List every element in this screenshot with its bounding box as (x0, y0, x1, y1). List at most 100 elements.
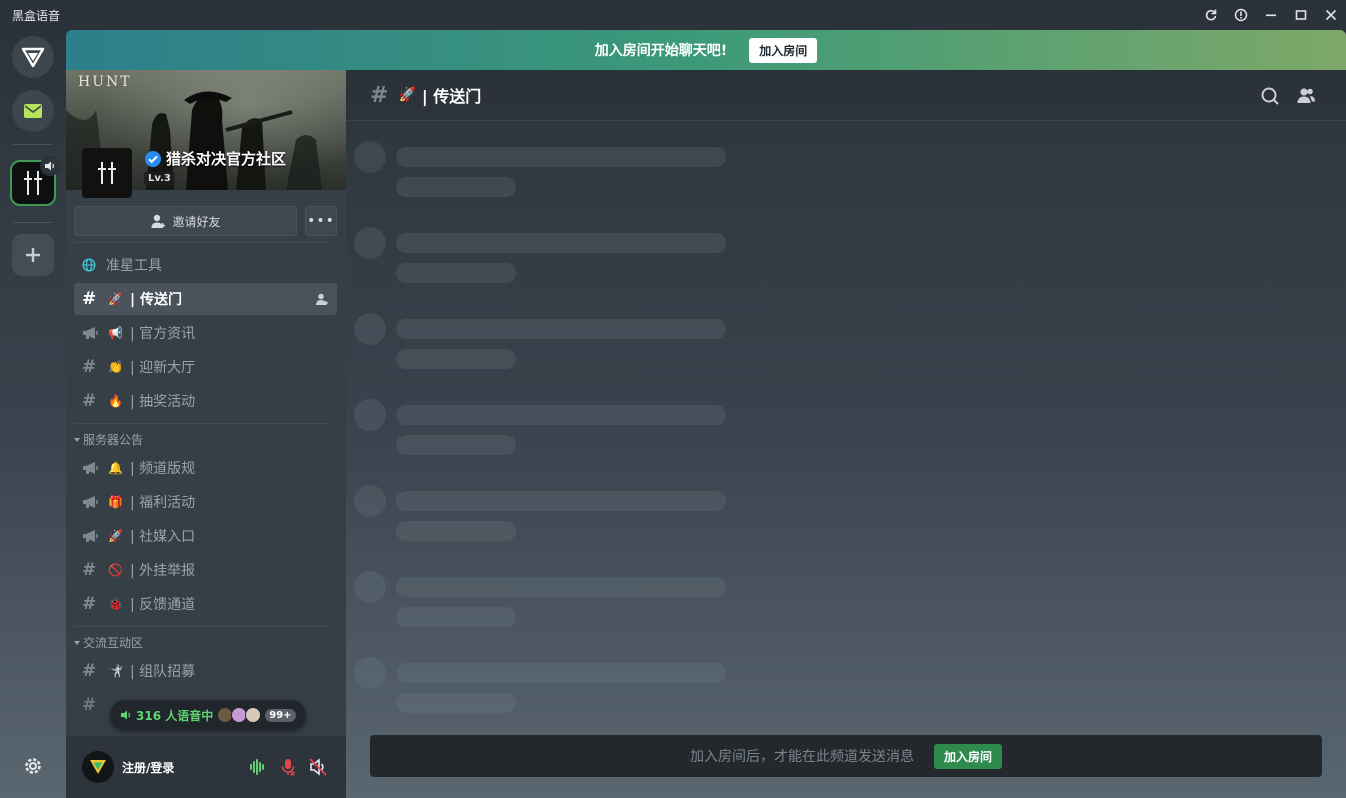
speaker-icon (121, 710, 131, 720)
close-icon[interactable] (1320, 4, 1342, 26)
server-name-label: 猎杀对决官方社区 (166, 150, 287, 168)
rail-divider (13, 222, 53, 223)
channel-team-recruit[interactable]: # 🤺 | 组队招募 (74, 655, 337, 687)
server-name[interactable]: 猎杀对决官方社区 (144, 148, 286, 169)
level-badge: Lv.3 (144, 172, 175, 185)
channel-official-news[interactable]: 📢 | 官方资讯 (74, 317, 337, 349)
hashtag-icon: # (82, 594, 97, 614)
gift-emoji: 🎁 (108, 495, 123, 509)
microphone-muted-icon[interactable] (278, 757, 298, 777)
voice-count-text: 316 人语音中 (136, 708, 214, 723)
search-icon[interactable] (1260, 86, 1280, 106)
rocket-emoji: 🚀 (108, 292, 123, 306)
server-hunt-icon[interactable] (10, 156, 60, 206)
channel-title-emoji: 🚀 (398, 87, 416, 103)
banner-text: 加入房间开始聊天吧! (594, 43, 728, 59)
home-logo-button[interactable] (12, 36, 54, 78)
bug-emoji: 🐞 (108, 597, 123, 611)
prohibited-emoji: 🚫 (108, 563, 123, 577)
hashtag-icon: # (82, 289, 97, 309)
messages-button[interactable] (12, 90, 54, 132)
voice-activity-icon[interactable] (248, 757, 268, 777)
channel-welcome-hall[interactable]: # 👏 | 迎新大厅 (74, 351, 337, 383)
minimize-icon[interactable] (1260, 4, 1282, 26)
channel-sidebar: HUNT 猎杀对决官方社区 Lv.3 邀请好友 ••• 准星工具 # 🚀 | 传… (66, 70, 346, 798)
channel-label: | 福利活动 (130, 495, 196, 511)
hashtag-icon: # (82, 357, 97, 377)
channel-label: | 迎新大厅 (130, 360, 196, 376)
voice-status-pill[interactable]: 316 人语音中 99+ (110, 700, 306, 730)
loudspeaker-emoji: 📢 (108, 326, 123, 340)
channel-label: | 抽奖活动 (130, 394, 196, 410)
server-rail (0, 30, 66, 798)
server-avatar[interactable] (82, 148, 132, 198)
hashtag-icon: # (370, 82, 389, 108)
speaker-icon (40, 156, 60, 176)
hashtag-icon: # (82, 391, 97, 411)
add-friend-icon (151, 214, 166, 228)
speaker-muted-icon[interactable] (308, 757, 328, 777)
channel-label: | 传送门 (130, 292, 182, 308)
user-avatar[interactable] (82, 751, 114, 783)
megaphone-icon (82, 529, 104, 543)
clap-emoji: 👏 (108, 360, 123, 374)
add-server-button[interactable] (12, 234, 54, 276)
fire-emoji: 🔥 (108, 394, 123, 408)
more-options-button[interactable]: ••• (305, 206, 337, 236)
input-disabled-hint: 加入房间后，才能在此频道发送消息 (689, 749, 914, 765)
category-label: 服务器公告 (83, 433, 144, 447)
maximize-icon[interactable] (1290, 4, 1312, 26)
channel-label: | 频道版规 (130, 461, 196, 477)
channel-lottery[interactable]: # 🔥 | 抽奖活动 (74, 385, 337, 417)
info-icon[interactable] (1230, 4, 1252, 26)
rail-divider (13, 144, 53, 145)
refresh-icon[interactable] (1200, 4, 1222, 26)
caret-down-icon (74, 437, 80, 442)
hashtag-icon: # (82, 695, 97, 715)
rocket-emoji: 🚀 (108, 529, 123, 543)
more-users-badge: 99+ (265, 708, 296, 722)
settings-icon[interactable] (22, 755, 44, 777)
channel-label: | 反馈通道 (130, 597, 196, 613)
message-input-bar: 加入房间后，才能在此频道发送消息 加入房间 (370, 735, 1322, 777)
channel-feedback[interactable]: # 🐞 | 反馈通道 (74, 588, 337, 620)
avatar (245, 707, 262, 723)
channel-header: # 🚀 | 传送门 (346, 70, 1346, 121)
invite-friends-button[interactable]: 邀请好友 (74, 206, 297, 236)
category-server-notice[interactable]: 服务器公告 (73, 431, 143, 448)
channel-label: 准星工具 (106, 258, 162, 274)
app-title: 黑盒语音 (12, 9, 61, 23)
banner-join-button[interactable]: 加入房间 (749, 37, 818, 63)
caret-down-icon (74, 640, 80, 645)
channel-social-media[interactable]: 🚀 | 社媒入口 (74, 520, 337, 552)
hashtag-icon: # (82, 560, 97, 580)
divider (74, 626, 329, 627)
member-icon[interactable] (315, 292, 329, 310)
heybox-logo-icon (21, 47, 45, 68)
hashtag-icon: # (82, 661, 97, 681)
divider (74, 242, 329, 243)
verified-badge-icon (145, 150, 161, 167)
heybox-logo-icon (90, 760, 106, 774)
megaphone-icon (82, 326, 104, 340)
category-interaction[interactable]: 交流互动区 (73, 634, 143, 651)
globe-icon (82, 258, 104, 272)
channel-teleport[interactable]: # 🚀 | 传送门 (74, 283, 337, 315)
plus-icon (26, 248, 40, 262)
channel-title: | 传送门 (421, 87, 482, 106)
channel-label: | 社媒入口 (130, 529, 196, 545)
mail-icon (24, 104, 42, 118)
channel-aim-tool[interactable]: 准星工具 (74, 249, 337, 281)
channel-benefits[interactable]: 🎁 | 福利活动 (74, 486, 337, 518)
main-chat-area: # 🚀 | 传送门 加入房间后，才能在此频道发送消息 加入房间 (346, 70, 1346, 798)
login-link[interactable]: 注册/登录 (122, 759, 174, 776)
channel-rules[interactable]: 🔔 | 频道版规 (74, 452, 337, 484)
channel-cheat-report[interactable]: # 🚫 | 外挂举报 (74, 554, 337, 586)
channel-label: | 组队招募 (130, 664, 196, 680)
join-room-button[interactable]: 加入房间 (933, 743, 1002, 769)
hunt-emblem-icon (98, 162, 116, 184)
hunt-logo-text: HUNT (78, 74, 132, 90)
megaphone-icon (82, 461, 104, 475)
divider (74, 423, 329, 424)
members-icon[interactable] (1296, 86, 1316, 106)
